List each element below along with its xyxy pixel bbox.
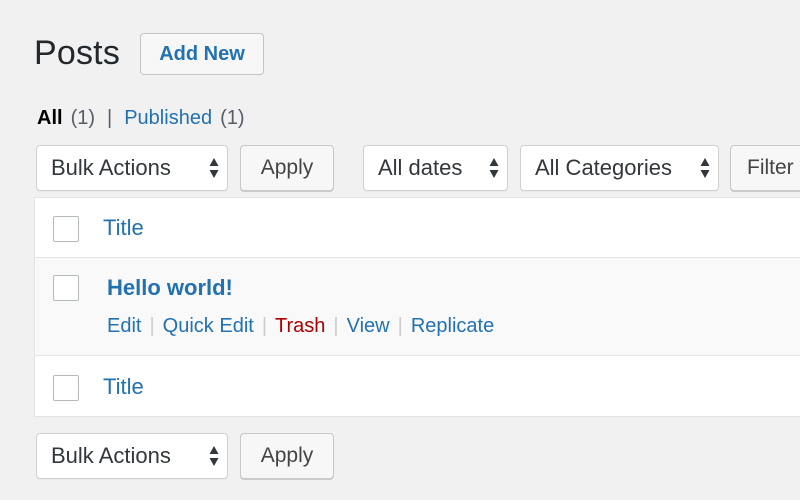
view-published-link[interactable]: Published: [124, 107, 212, 130]
categories-filter-value: All Categories: [535, 155, 672, 180]
edit-link[interactable]: Edit: [107, 315, 141, 338]
filter-button[interactable]: Filter: [730, 145, 800, 191]
row-actions: Edit | Quick Edit | Trash | View | Repli…: [107, 315, 494, 338]
page-title: Posts: [34, 34, 121, 72]
apply-button-bottom[interactable]: Apply: [240, 433, 334, 479]
select-all-checkbox-bottom[interactable]: [53, 375, 79, 401]
view-link[interactable]: View: [347, 315, 390, 338]
view-all-link[interactable]: All: [37, 107, 63, 130]
up-down-arrows-icon: [209, 158, 219, 178]
apply-button-top[interactable]: Apply: [240, 145, 334, 191]
view-all-count: (1): [70, 107, 96, 129]
post-title-link[interactable]: Hello world!: [107, 275, 233, 301]
dates-filter-select[interactable]: All dates: [363, 145, 508, 191]
up-down-arrows-icon: [489, 158, 499, 178]
dates-filter-value: All dates: [378, 155, 463, 180]
bulk-actions-value: Bulk Actions: [51, 443, 171, 468]
table-header-row: Title: [35, 198, 800, 258]
replicate-link[interactable]: Replicate: [411, 315, 494, 338]
categories-filter-select[interactable]: All Categories: [520, 145, 719, 191]
title-column-header[interactable]: Title: [103, 215, 144, 241]
bulk-actions-select-bottom[interactable]: Bulk Actions: [36, 433, 228, 479]
title-column-footer[interactable]: Title: [103, 374, 144, 400]
views-separator: |: [107, 107, 113, 129]
table-footer-row: Title: [35, 357, 800, 417]
up-down-arrows-icon: [209, 446, 219, 466]
action-separator: |: [397, 315, 403, 337]
add-new-button[interactable]: Add New: [140, 33, 264, 75]
posts-table: Title Hello world! Edit | Quick Edit | T…: [34, 197, 800, 417]
view-published-count: (1): [220, 107, 245, 129]
up-down-arrows-icon: [700, 158, 710, 178]
action-separator: |: [261, 315, 268, 337]
row-checkbox[interactable]: [53, 275, 79, 301]
action-separator: |: [149, 315, 155, 337]
trash-link[interactable]: Trash: [275, 315, 325, 338]
table-row: Hello world! Edit | Quick Edit | Trash |…: [35, 258, 800, 356]
bulk-actions-value: Bulk Actions: [51, 155, 171, 180]
bulk-actions-select-top[interactable]: Bulk Actions: [36, 145, 228, 191]
post-status-views: All (1) | Published (1): [37, 107, 245, 130]
action-separator: |: [333, 315, 339, 337]
select-all-checkbox[interactable]: [53, 216, 79, 242]
quick-edit-link[interactable]: Quick Edit: [163, 315, 254, 338]
